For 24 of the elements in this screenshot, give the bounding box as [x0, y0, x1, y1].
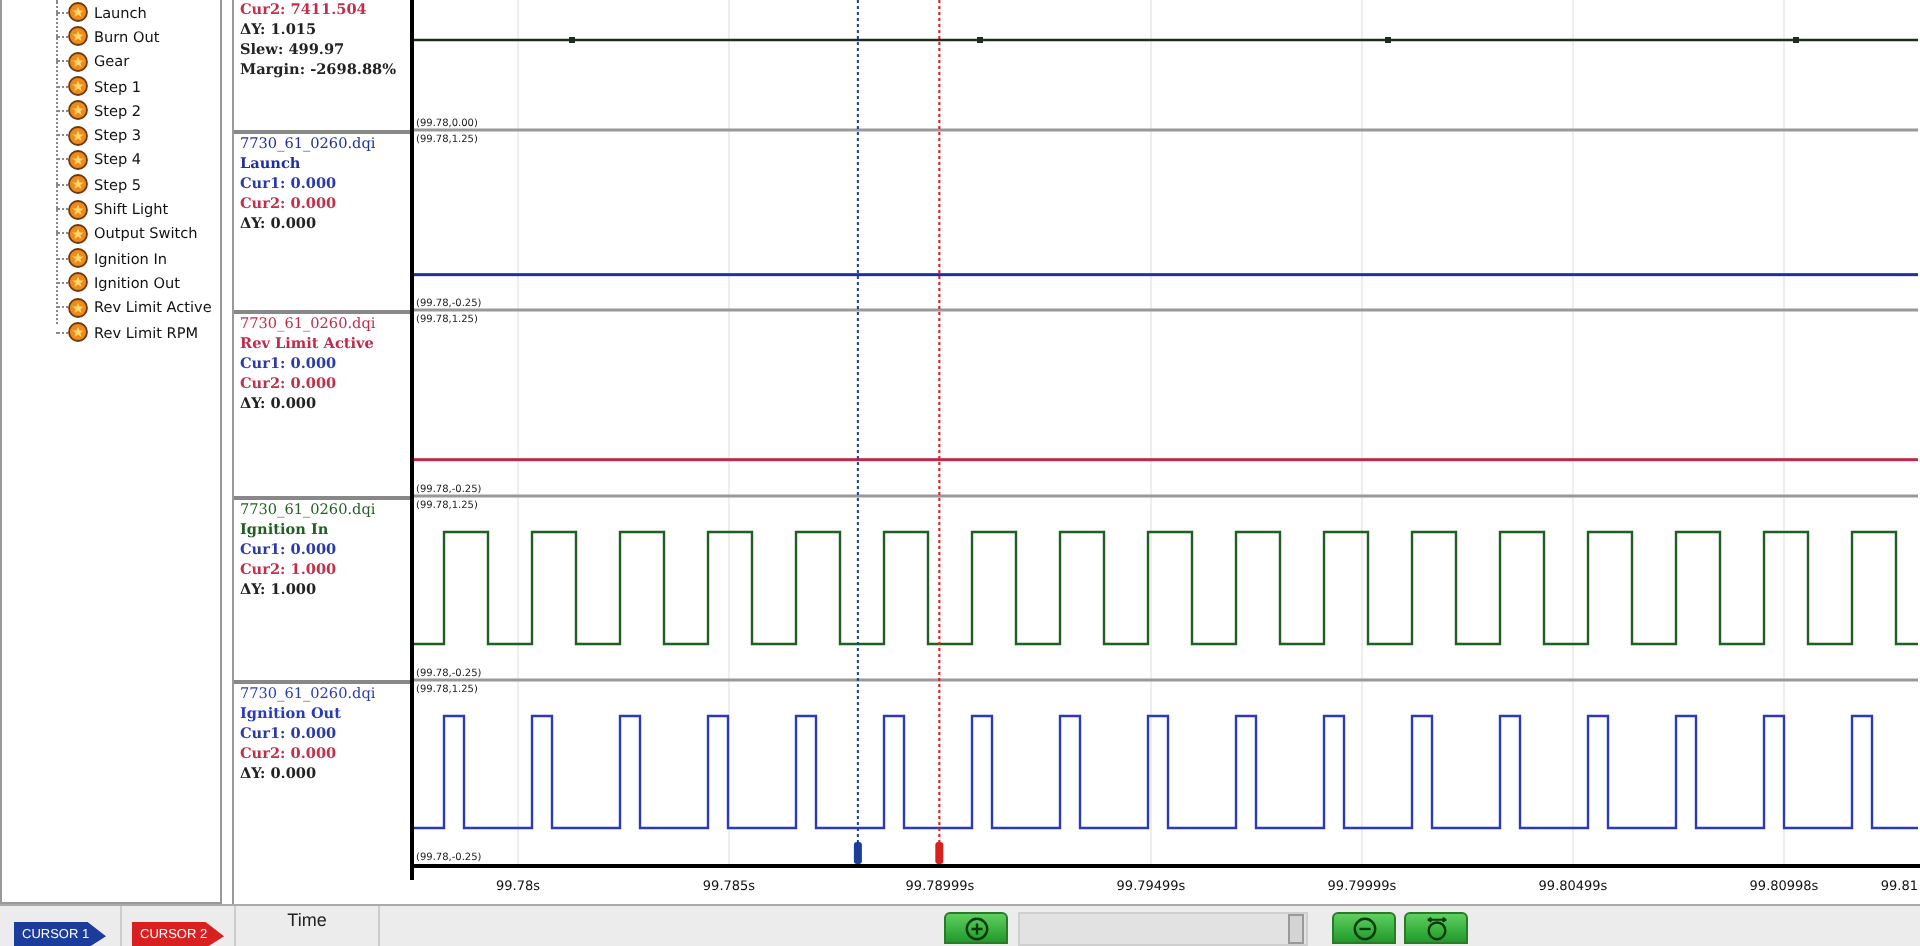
star-ball-icon	[68, 322, 88, 342]
star-ball-icon	[68, 125, 88, 146]
star-ball-icon	[68, 2, 88, 23]
star-ball-icon	[68, 248, 88, 269]
zoom-fit-button[interactable]	[1404, 912, 1468, 944]
plus-circle-icon	[963, 915, 989, 941]
star-ball-icon	[68, 174, 88, 195]
star-ball-icon	[68, 149, 88, 170]
star-ball-icon	[68, 272, 88, 293]
star-ball-icon	[68, 100, 88, 121]
time-label: Time	[287, 910, 327, 930]
scrollbar[interactable]	[1018, 912, 1308, 946]
star-ball-icon	[68, 76, 88, 97]
zoom-out-button[interactable]	[1332, 912, 1396, 944]
star-ball-icon	[68, 26, 88, 47]
star-ball-icon	[68, 297, 88, 318]
star-ball-icon	[68, 199, 88, 220]
fit-arrows-icon	[1423, 915, 1449, 941]
zoom-in-button[interactable]	[944, 912, 1008, 944]
cursor-line[interactable]	[935, 0, 944, 864]
cursor-line[interactable]	[853, 0, 862, 864]
star-ball-icon	[68, 223, 88, 244]
star-ball-icon	[68, 51, 88, 72]
minus-circle-icon	[1351, 915, 1377, 941]
